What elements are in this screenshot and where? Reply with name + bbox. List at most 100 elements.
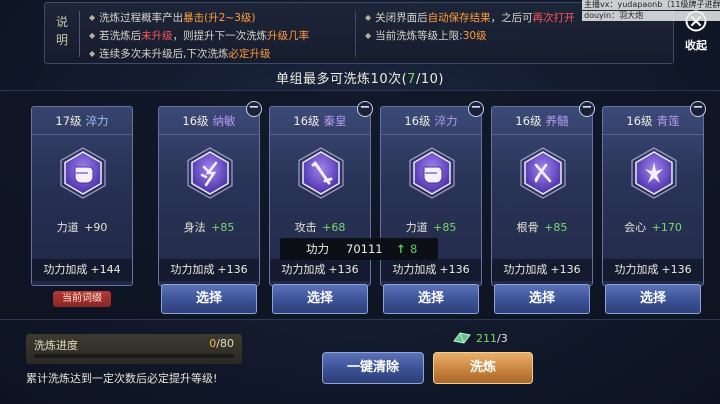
select-card-3-button[interactable]: 选择 [383,284,479,314]
info-title: 说明 [55,15,68,47]
remove-card-5-button[interactable]: − [690,101,706,117]
power-value: +136 [550,263,581,276]
card-header: 16级 养髓 [492,107,592,135]
refine-button[interactable]: 洗炼 [433,352,533,384]
power-label: 功力加成 [43,263,88,276]
info-panel: 说明 ◆ 洗炼过程概率产出暴击(升2~3级) ◆ 若洗炼后未升级，则提升下一次洗炼升… [44,2,674,64]
refine-progress: 洗炼进度 0/80 [26,334,242,364]
refine-resource: 211/3 [452,330,508,346]
fist-hexagon-icon [404,145,460,201]
info-text: 连续多次未升级后,下次洗炼 [99,48,229,60]
info-text: ，则提升下一次洗炼 [172,30,268,42]
lotus-hexagon-icon [626,145,682,201]
overlay-line-2: douyin：羽大炮 [582,11,720,21]
card-stat: 身法 +85 [159,219,259,235]
arrow-up-icon: ↑ [396,242,406,256]
card-level: 17级 [55,114,82,128]
info-left-column: ◆ 洗炼过程概率产出暴击(升2~3级) ◆ 若洗炼后未升级，则提升下一次洗炼升级几率… [89,9,309,63]
card-power: 功力加成 +136 [492,259,592,281]
card-type: 纳敏 [212,114,236,128]
diamond-bullet-icon: ◆ [89,49,96,58]
stat-value: +170 [651,221,682,234]
stat-name: 攻击 [294,221,317,234]
remove-card-1-button[interactable]: − [246,101,262,117]
stat-value: +85 [211,221,235,234]
info-highlight: 升级几率 [267,30,310,42]
progress-hint: 累计洗炼达到一定次数后必定提升等级! [26,372,218,385]
overlay-line-1: 主播vx：yudapaonb（11级牌子进群） [582,0,720,10]
power-tooltip: 功力 70111 ↑ 8 [280,238,438,260]
card-header: 16级 青莲 [603,107,703,135]
jade-stone-icon [453,332,471,344]
diamond-bullet-icon: ◆ [89,31,96,40]
card-stat: 力道 +90 [32,219,132,235]
info-divider-2 [355,11,356,57]
card-stat: 会心 +170 [603,219,703,235]
stat-value: +85 [544,221,568,234]
stat-name: 会心 [624,221,647,234]
stat-value: +90 [84,221,108,234]
info-line-3: ◆ 连续多次未升级后,下次洗炼必定升级 [89,45,309,63]
power-value: +136 [328,263,359,276]
stat-value: +85 [433,221,457,234]
count-prefix: 单组最多可洗炼10次( [276,72,408,87]
remove-card-4-button[interactable]: − [579,101,595,117]
card-header: 17级 淬力 [32,107,132,135]
remove-card-3-button[interactable]: − [468,101,484,117]
power-label: 功力加成 [281,263,326,276]
card-level: 16级 [182,114,209,128]
select-card-2-button[interactable]: 选择 [272,284,368,314]
remove-card-2-button[interactable]: − [357,101,373,117]
progress-label: 洗炼进度 [34,339,78,352]
power-value: +136 [661,263,692,276]
card-type: 养髓 [545,114,569,128]
info-highlight: 再次打开 [532,12,575,24]
card-level: 16级 [626,114,653,128]
info-highlight: 未升级 [141,30,173,42]
power-label: 功力加成 [503,263,548,276]
clear-all-button[interactable]: 一键清除 [322,352,424,384]
diamond-bullet-icon: ◆ [365,13,372,22]
refine-count-title: 单组最多可洗炼10次(7/10) [0,68,720,87]
sword-hexagon-icon [293,145,349,201]
current-affix-tag: 当前词缀 [53,291,111,307]
stat-value: +68 [322,221,346,234]
progress-value: 0/80 [209,337,234,350]
progress-track [34,354,234,358]
info-text: 关闭界面后 [375,12,428,24]
card-stat: 力道 +85 [381,219,481,235]
card-power: 功力加成 +136 [381,259,481,281]
info-line-4: ◆ 关闭界面后自动保存结果，之后可再次打开 [365,9,575,27]
card-level: 16级 [404,114,431,128]
power-value: +144 [90,263,121,276]
tooltip-delta: 8 [410,242,418,256]
card-header: 16级 秦皇 [270,107,370,135]
progress-total: /80 [216,337,234,350]
stat-name: 力道 [405,221,428,234]
info-divider [79,11,80,57]
card-type: 淬力 [434,114,458,128]
info-text: 若洗炼后 [99,30,142,42]
bone-hexagon-icon [515,145,571,201]
card-level: 16级 [293,114,320,128]
info-highlight: 30级 [462,30,487,42]
select-card-1-button[interactable]: 选择 [161,284,257,314]
card-stat: 攻击 +68 [270,219,370,235]
info-line-2: ◆ 若洗炼后未升级，则提升下一次洗炼升级几率 [89,27,309,45]
card-power: 功力加成 +136 [159,259,259,281]
stat-name: 身法 [183,221,206,234]
streamer-overlay: 主播vx：yudapaonb（11级牌子进群） douyin：羽大炮 [582,0,720,22]
card-header: 16级 淬力 [381,107,481,135]
power-value: +136 [217,263,248,276]
select-card-4-button[interactable]: 选择 [494,284,590,314]
power-value: +136 [439,263,470,276]
card-power: 功力加成 +136 [270,259,370,281]
current-affix-card: 17级 淬力 力道 +90 功力加成 +144 [31,106,133,286]
stat-name: 力道 [56,221,79,234]
info-text: 当前洗炼等级上限: [375,30,463,42]
select-card-5-button[interactable]: 选择 [605,284,701,314]
agility-hexagon-icon [182,145,238,201]
info-text: 洗炼过程概率产出 [99,12,184,24]
card-type: 青莲 [656,114,680,128]
tooltip-value: 70111 [346,242,383,256]
